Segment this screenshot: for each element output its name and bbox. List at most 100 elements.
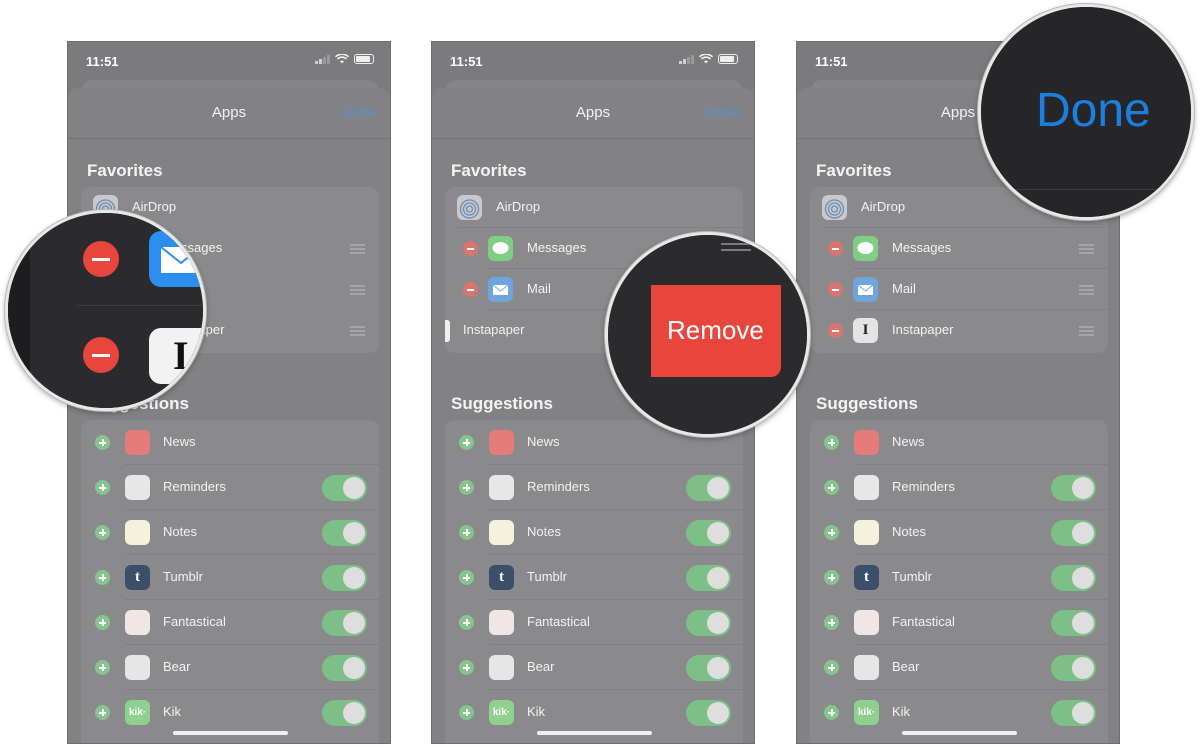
remove-minus-button[interactable]: [463, 282, 478, 297]
remove-button-label: Remove: [667, 315, 764, 345]
add-plus-button[interactable]: [824, 435, 839, 450]
app-toggle[interactable]: [1051, 610, 1096, 636]
app-toggle[interactable]: [1051, 700, 1096, 726]
app-toggle[interactable]: [686, 610, 731, 636]
tumblr-icon: t: [125, 565, 150, 590]
reorder-grip-icon[interactable]: [350, 285, 365, 295]
magnifier-remove: Remove: [605, 232, 810, 437]
app-toggle[interactable]: [686, 475, 731, 501]
kik-icon: kik·: [125, 700, 150, 725]
app-name: Bear: [527, 659, 555, 674]
add-plus-button[interactable]: [459, 525, 474, 540]
app-name: Bear: [163, 659, 191, 674]
list-item: I Instapaper: [810, 310, 1108, 351]
app-name: News: [892, 434, 925, 449]
reorder-grip-icon[interactable]: [350, 326, 365, 336]
mail-icon: [488, 277, 513, 302]
notes-icon: [125, 520, 150, 545]
add-plus-button[interactable]: [95, 660, 110, 675]
app-toggle[interactable]: [686, 520, 731, 546]
list-item: t Tumblr: [445, 555, 743, 600]
remove-minus-button[interactable]: [828, 241, 843, 256]
app-name: Kik: [527, 704, 546, 719]
list-item: kik· Kik: [81, 690, 379, 735]
add-plus-button[interactable]: [95, 435, 110, 450]
app-toggle[interactable]: [1051, 475, 1096, 501]
done-button[interactable]: Done: [704, 104, 740, 121]
reorder-grip-icon[interactable]: [1079, 285, 1094, 295]
list-item: News: [810, 420, 1108, 465]
list-item: kik· Kik: [445, 690, 743, 735]
add-plus-button[interactable]: [459, 705, 474, 720]
app-name: Mail: [527, 281, 551, 296]
app-name: Mail: [892, 281, 916, 296]
remove-minus-button[interactable]: [463, 241, 478, 256]
app-name: Kik: [892, 704, 911, 719]
add-plus-button[interactable]: [95, 570, 110, 585]
app-toggle[interactable]: [686, 565, 731, 591]
add-plus-button[interactable]: [95, 705, 110, 720]
app-toggle[interactable]: [322, 475, 367, 501]
app-toggle[interactable]: [322, 655, 367, 681]
reorder-grip-icon[interactable]: [1079, 244, 1094, 254]
list-item: Instapaper: [432, 310, 612, 351]
add-plus-button[interactable]: [459, 615, 474, 630]
add-plus-button[interactable]: [824, 660, 839, 675]
add-plus-button[interactable]: [95, 525, 110, 540]
favorites-title: Favorites: [451, 161, 527, 180]
done-button[interactable]: Done: [340, 104, 376, 121]
app-toggle[interactable]: [322, 565, 367, 591]
app-name: Notes: [163, 524, 197, 539]
list-item: Fantastical: [81, 600, 379, 645]
done-button[interactable]: Done: [1036, 83, 1151, 138]
app-toggle[interactable]: [686, 700, 731, 726]
status-time: 11:51: [450, 54, 483, 69]
news-icon: [125, 430, 150, 455]
app-name: AirDrop: [496, 199, 541, 214]
add-plus-button[interactable]: [824, 570, 839, 585]
list-item: kik· Kik: [810, 690, 1108, 735]
remove-minus-button[interactable]: [83, 337, 119, 373]
list-item: Notes: [810, 510, 1108, 555]
fantastical-icon: [489, 610, 514, 635]
add-plus-button[interactable]: [459, 435, 474, 450]
app-toggle[interactable]: [686, 655, 731, 681]
app-name: Messages: [892, 240, 952, 255]
remove-button[interactable]: Remove: [651, 285, 781, 377]
add-plus-button[interactable]: [459, 660, 474, 675]
reminders-icon: [854, 475, 879, 500]
app-toggle[interactable]: [1051, 520, 1096, 546]
add-plus-button[interactable]: [95, 615, 110, 630]
reorder-grip-icon[interactable]: [350, 244, 365, 254]
fantastical-icon: [125, 610, 150, 635]
add-plus-button[interactable]: [824, 705, 839, 720]
app-toggle[interactable]: [322, 520, 367, 546]
mail-icon: [149, 231, 203, 287]
remove-minus-button[interactable]: [828, 323, 843, 338]
remove-minus-button[interactable]: [83, 241, 119, 277]
bear-icon: [489, 655, 514, 680]
news-icon: [854, 430, 879, 455]
notes-icon: [854, 520, 879, 545]
add-plus-button[interactable]: [824, 525, 839, 540]
add-plus-button[interactable]: [824, 480, 839, 495]
add-plus-button[interactable]: [459, 480, 474, 495]
status-time: 11:51: [86, 54, 119, 69]
add-plus-button[interactable]: [95, 480, 110, 495]
remove-minus-button[interactable]: [828, 282, 843, 297]
reorder-grip-icon[interactable]: [1079, 326, 1094, 336]
kik-icon: kik·: [489, 700, 514, 725]
add-plus-button[interactable]: [459, 570, 474, 585]
app-toggle[interactable]: [1051, 655, 1096, 681]
bear-icon: [125, 655, 150, 680]
app-name: Messages: [527, 240, 587, 255]
messages-icon: [853, 236, 878, 261]
airdrop-icon: [457, 195, 482, 220]
app-name: Fantastical: [527, 614, 590, 629]
list-item: Reminders: [81, 465, 379, 510]
app-toggle[interactable]: [322, 700, 367, 726]
add-plus-button[interactable]: [824, 615, 839, 630]
wifi-icon: [699, 54, 713, 64]
app-toggle[interactable]: [322, 610, 367, 636]
app-toggle[interactable]: [1051, 565, 1096, 591]
